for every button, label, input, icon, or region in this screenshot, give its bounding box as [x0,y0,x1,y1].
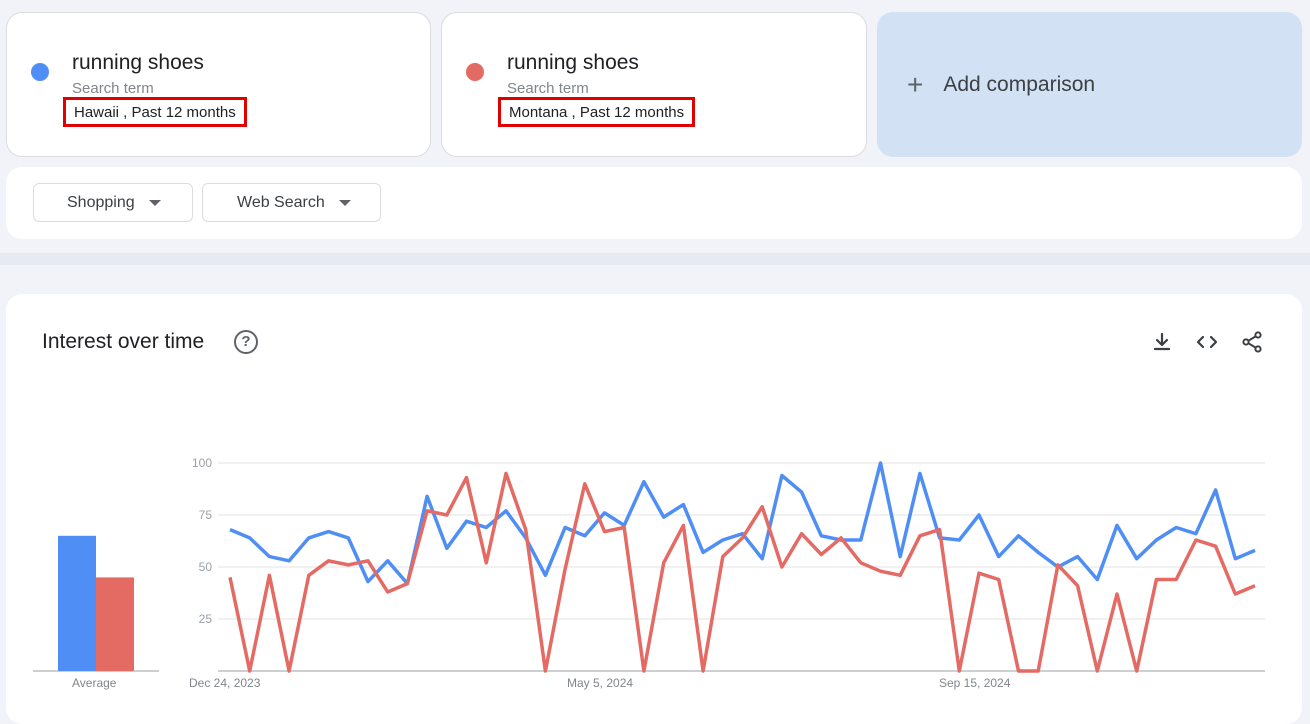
interest-chart [33,461,1265,673]
average-label: Average [72,676,117,690]
y-tick-label: 50 [198,560,212,574]
y-tick-label: 100 [191,456,212,470]
x-tick-label: Sep 15, 2024 [939,676,1011,690]
term-name: running shoes [72,51,204,74]
category-dropdown[interactable]: Shopping [33,183,193,222]
filter-bar: Shopping Web Search [6,167,1302,239]
property-dropdown[interactable]: Web Search [202,183,381,222]
term-location-period[interactable]: Hawaii , Past 12 months [63,97,247,127]
caret-down-icon [148,199,161,206]
caret-down-icon [338,199,351,206]
section-divider [0,253,1310,265]
term-location-period[interactable]: Montana , Past 12 months [498,97,696,127]
term-card-2[interactable]: running shoes Search term Montana , Past… [441,12,867,157]
add-comparison-button[interactable]: + Add comparison [877,12,1302,157]
y-tick-label: 75 [198,508,212,522]
series-line-1 [229,461,1256,586]
average-bar-1 [58,535,96,671]
add-comparison-label: Add comparison [943,72,1096,96]
interest-over-time-card: Interest over time ? Average Dec 24, 202… [6,294,1302,724]
property-dropdown-label: Web Search [237,193,325,211]
term-type: Search term [507,80,589,97]
x-tick-label: May 5, 2024 [567,676,634,690]
term-card-1[interactable]: running shoes Search term Hawaii , Past … [6,12,431,157]
y-tick-label: 25 [198,612,212,626]
series-color-dot [466,63,484,81]
term-name: running shoes [507,51,639,74]
category-dropdown-label: Shopping [67,193,135,211]
plus-icon: + [907,68,924,100]
series-color-dot [31,63,49,81]
average-bar-2 [96,577,134,671]
x-tick-label: Dec 24, 2023 [189,676,261,690]
term-type: Search term [72,80,154,97]
